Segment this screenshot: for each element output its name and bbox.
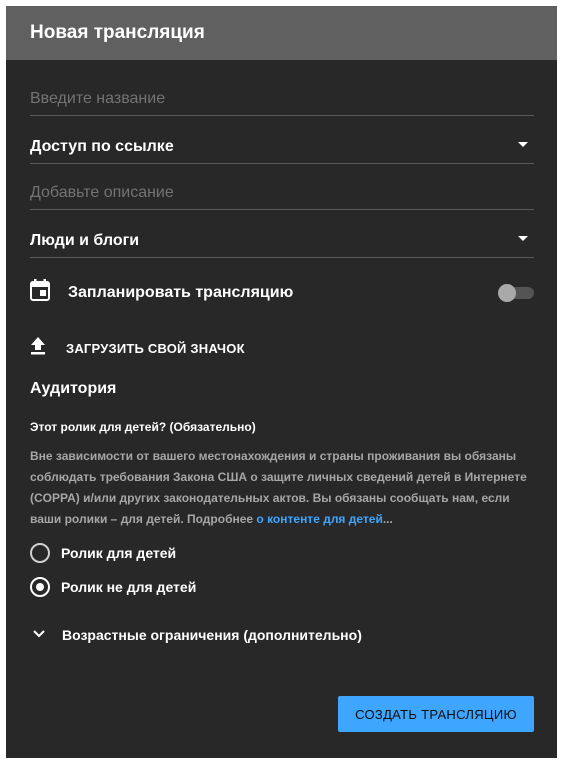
title-placeholder: Введите название — [30, 90, 166, 107]
dialog-header: Новая трансляция — [6, 6, 557, 60]
caret-down-icon — [518, 236, 528, 241]
category-select-value: Люди и блоги — [30, 232, 140, 249]
radio-not-made-for-kids[interactable]: Ролик не для детей — [30, 577, 196, 597]
radio-dot — [36, 583, 44, 591]
schedule-row: Запланировать трансляцию — [30, 279, 293, 306]
dialog-title: Новая трансляция — [30, 22, 205, 43]
age-restrictions-expander[interactable]: Возрастные ограничения (дополнительно) — [32, 626, 362, 644]
audience-title: Аудитория — [30, 380, 117, 397]
upload-thumbnail-label: ЗАГРУЗИТЬ СВОЙ ЗНАЧОК — [66, 341, 245, 356]
new-stream-dialog: Новая трансляция Введите название Доступ… — [6, 6, 557, 758]
kids-question: Этот ролик для детей? (Обязательно) — [30, 420, 256, 434]
schedule-toggle[interactable] — [498, 284, 534, 302]
caret-down-icon — [518, 142, 528, 147]
coppa-description: Вне зависимости от вашего местонахождени… — [30, 446, 540, 530]
radio-label: Ролик не для детей — [61, 579, 197, 595]
create-stream-button[interactable]: СОЗДАТЬ ТРАНСЛЯЦИЮ — [338, 696, 534, 732]
description-placeholder: Добавьте описание — [30, 184, 174, 201]
radio-label: Ролик для детей — [61, 545, 177, 561]
description-input[interactable]: Добавьте описание — [30, 172, 534, 210]
toggle-knob — [498, 284, 516, 302]
chevron-down-icon — [32, 626, 46, 644]
kids-content-link[interactable]: о контенте для детей — [256, 512, 382, 526]
schedule-label: Запланировать трансляцию — [68, 283, 294, 301]
description-ellipsis: ... — [382, 512, 393, 526]
upload-icon — [30, 337, 46, 360]
radio-button-checked[interactable] — [30, 577, 50, 597]
calendar-icon — [30, 279, 50, 306]
title-input[interactable]: Введите название — [30, 78, 534, 116]
upload-thumbnail-button[interactable]: ЗАГРУЗИТЬ СВОЙ ЗНАЧОК — [30, 337, 245, 360]
access-select-value: Доступ по ссылке — [30, 138, 174, 155]
radio-button[interactable] — [30, 543, 50, 563]
age-restrictions-label: Возрастные ограничения (дополнительно) — [62, 627, 362, 643]
access-select[interactable]: Доступ по ссылке — [30, 126, 534, 164]
radio-made-for-kids[interactable]: Ролик для детей — [30, 543, 176, 563]
category-select[interactable]: Люди и блоги — [30, 220, 534, 258]
